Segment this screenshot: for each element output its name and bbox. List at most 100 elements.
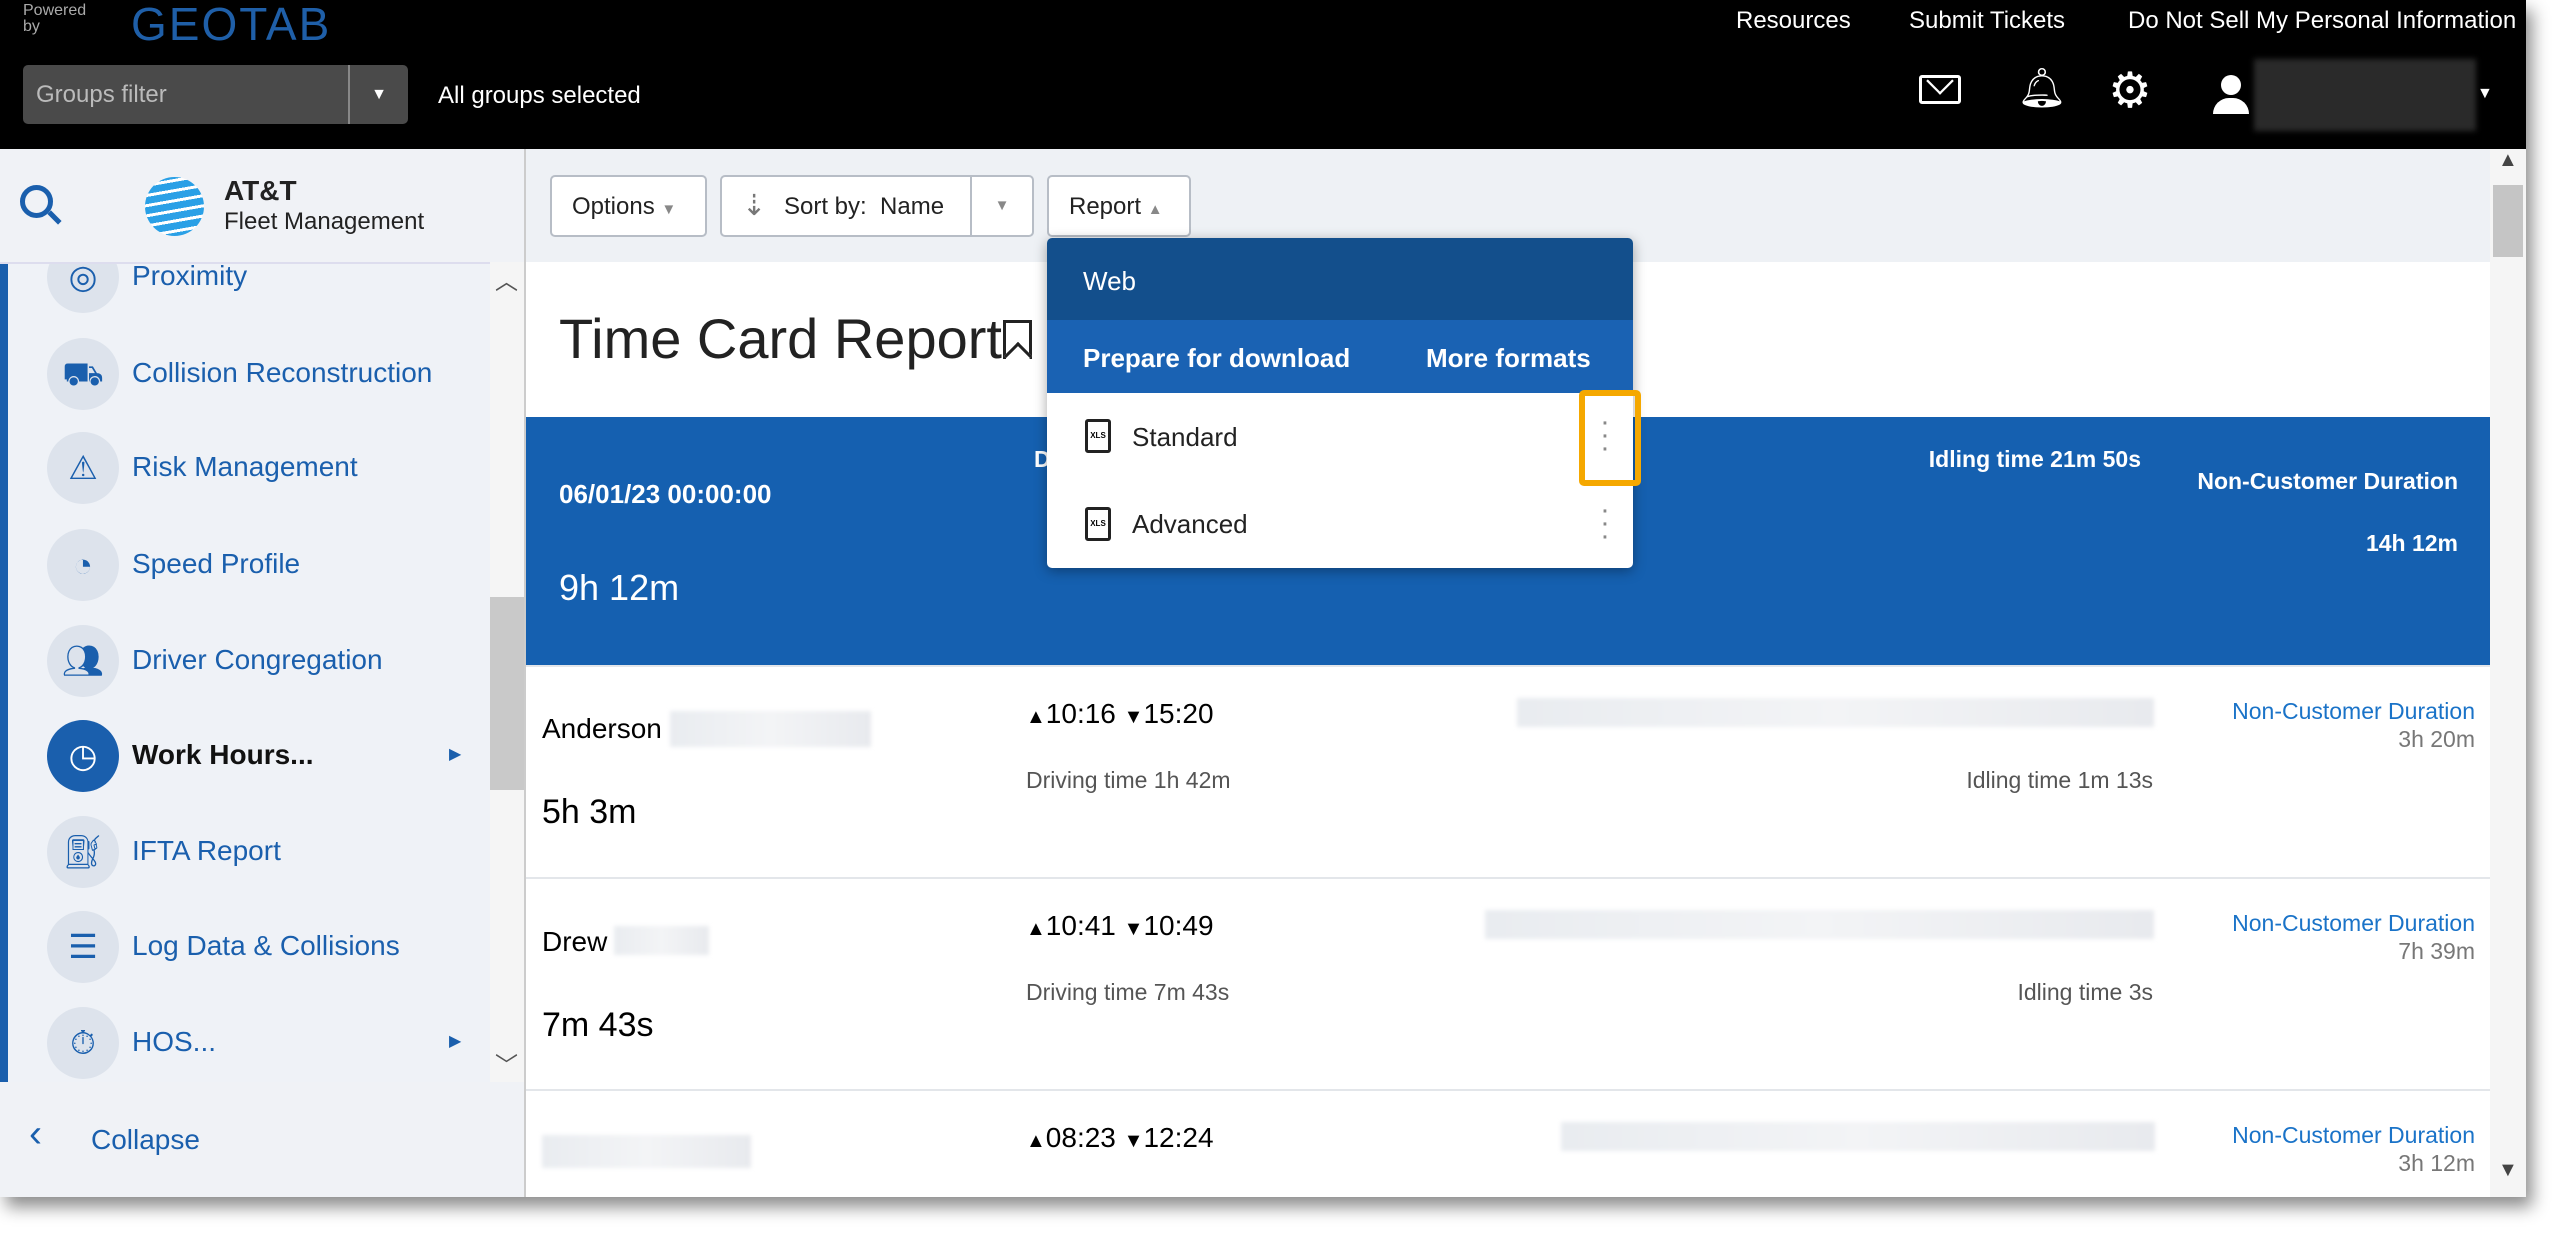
geotab-logo: GEOTAB [131,0,332,50]
main-scrollbar[interactable]: ▲ ▼ [2490,149,2526,1197]
arrow-down-icon: ▼ [1123,918,1144,940]
menu-item-standard[interactable]: XLS Standard · · · [1047,393,1633,480]
menu-item-advanced[interactable]: XLS Advanced · · · [1047,481,1633,568]
report-button[interactable]: Report ▲ [1047,175,1191,237]
scroll-up-icon[interactable]: ▲ [2498,149,2518,172]
submit-tickets-link[interactable]: Submit Tickets [1909,7,2065,35]
chevron-up-icon: ▲ [1147,201,1163,218]
sidebar-item-log-data[interactable]: ☰ Log Data & Collisions [0,906,490,988]
groups-filter-input[interactable]: Groups filter ▼ [23,65,408,124]
user-name-redacted [2254,59,2476,131]
row-duration: 5h 3m [542,793,637,831]
options-label: Options [572,193,655,220]
nav-label: Collision Reconstruction [132,357,433,388]
report-menu: Web Prepare for download More formats XL… [1047,238,1633,568]
xls-file-icon: XLS [1085,419,1111,453]
start-time: 08:23 [1045,1122,1116,1153]
summary-ncd-value: 14h 12m [2365,530,2458,556]
options-button[interactable]: Options ▼ [550,175,707,237]
start-time: 10:41 [1045,910,1116,941]
driving-time: Driving time 7m 43s [1026,979,1230,1005]
search-icon[interactable] [20,185,62,225]
redacted [670,711,871,747]
arrow-up-icon: ▲ [1026,706,1046,728]
sidebar-item-risk-management[interactable]: ⚠ Risk Management [0,427,490,509]
bookmark-icon[interactable] [1003,320,1033,371]
collision-icon: ⛟ [47,338,119,410]
proximity-icon: ◎ [47,264,119,313]
chevron-left-icon: ‹ [29,1112,42,1155]
sidebar-item-collision-reconstruction[interactable]: ⛟ Collision Reconstruction [0,333,490,415]
scroll-down-icon[interactable]: ▼ [2498,1159,2518,1182]
ncd-link[interactable]: Non-Customer Duration [2148,1122,2475,1149]
more-formats-tab[interactable]: More formats [1426,343,1591,374]
submenu-arrow-icon: ▶ [449,1033,462,1050]
redacted [614,926,709,955]
sort-dropdown-icon[interactable]: ▼ [970,177,1032,235]
collapse-label: Collapse [91,1124,200,1155]
nav-label: IFTA Report [132,835,281,866]
nav-label: Log Data & Collisions [132,930,400,961]
mail-icon[interactable] [1919,67,1961,104]
prepare-download-tab[interactable]: Prepare for download [1083,343,1350,374]
redacted [542,1135,751,1168]
risk-icon: ⚠ [47,432,119,504]
driver-name: Drew [542,926,608,957]
scrollbar-thumb[interactable] [490,597,524,790]
table-row[interactable]: Anderson 5h 3m ▲10:16 ▼15:20 Driving tim… [526,665,2490,877]
submenu-arrow-icon: ▶ [449,746,462,763]
sidebar-item-hos[interactable]: ⏱︎ HOS... ▶ [0,1002,490,1082]
gear-icon[interactable]: ⚙ [2108,62,2152,119]
menu-tabs: Prepare for download More formats [1047,320,1633,393]
collapse-button[interactable]: ‹ Collapse [0,1082,524,1197]
summary-date: 06/01/23 00:00:00 [559,479,772,509]
clock-icon: ◷ [47,720,119,792]
scrollbar-thumb[interactable] [2493,185,2523,257]
do-not-sell-link[interactable]: Do Not Sell My Personal Information [2128,7,2516,35]
groups-status: All groups selected [438,82,641,109]
user-icon[interactable] [2213,75,2249,117]
summary-ncd-label: Non-Customer Duration [2197,468,2458,494]
sidebar-item-work-hours[interactable]: ◷ Work Hours... ▶ [0,715,490,797]
scroll-down-icon[interactable]: ﹀ [495,1046,518,1080]
row-duration: 7m 43s [542,1006,654,1044]
kebab-menu-icon[interactable]: · · · [1599,496,1611,551]
redacted [1485,910,2154,939]
nav-label: Risk Management [132,451,358,482]
sidebar-item-driver-congregation[interactable]: 👥︎ Driver Congregation [0,620,490,702]
end-time: 12:24 [1143,1122,1214,1153]
idling-time: Idling time 1m 13s [1966,767,2153,793]
speedometer-icon: ◔ [47,529,119,601]
user-menu-caret[interactable]: ▼ [2477,85,2493,103]
people-pin-icon: 👥︎ [47,625,119,697]
sidebar-scrollbar[interactable]: ︿ ﹀ [490,262,524,1082]
table-row[interactable]: Drew 7m 43s ▲10:41 ▼10:49 Driving time 7… [526,877,2490,1089]
highlight-box [1579,390,1641,486]
powered-by: Powered by [23,2,87,35]
ncd-link[interactable]: Non-Customer Duration [2148,698,2475,725]
bell-icon[interactable]: 🔔︎ [2017,65,2067,111]
sidebar-item-ifta-report[interactable]: ⛽︎ IFTA Report [0,811,490,893]
report-label: Report [1069,193,1142,220]
end-time: 15:20 [1143,698,1214,729]
sidebar-item-proximity[interactable]: ◎ Proximity [0,264,490,318]
ncd-link[interactable]: Non-Customer Duration [2148,910,2475,937]
sort-by-button[interactable]: ⇣ Sort by: Name ▼ [720,175,1034,237]
log-warning-icon: ☰ [47,911,119,983]
nav-label: Work Hours... [132,739,314,770]
menu-item-web[interactable]: Web [1047,238,1633,320]
resources-link[interactable]: Resources [1736,7,1851,35]
scroll-up-icon[interactable]: ︿ [495,262,518,296]
ncd-value: 3h 12m [2398,1150,2475,1176]
logo-line1: AT&T [224,175,297,206]
table-row[interactable]: ▲08:23 ▼12:24 Non-Customer Duration 3h 1… [526,1089,2490,1195]
xls-file-icon: XLS [1085,507,1111,541]
start-time: 10:16 [1045,698,1116,729]
sidebar-item-speed-profile[interactable]: ◔ Speed Profile [0,524,490,606]
top-bar: Powered by GEOTAB Resources Submit Ticke… [0,0,2526,149]
att-globe-logo [145,177,204,236]
chevron-down-icon: ▼ [661,201,677,218]
groups-dropdown-button[interactable]: ▼ [348,65,408,124]
redacted [1517,698,2154,727]
summary-total: 9h 12m [559,567,680,608]
